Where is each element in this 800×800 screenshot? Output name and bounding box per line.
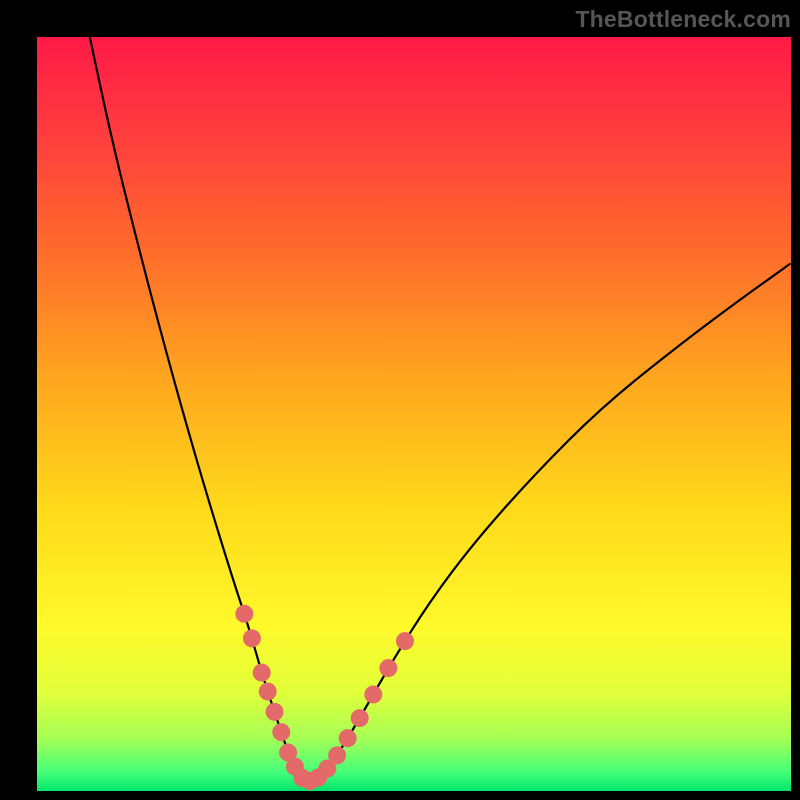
curve-marker [259, 682, 277, 700]
chart-canvas [37, 37, 791, 791]
curve-marker [379, 659, 397, 677]
watermark-text: TheBottleneck.com [575, 6, 791, 33]
gradient-background [37, 37, 791, 791]
curve-marker [351, 709, 369, 727]
curve-marker [396, 632, 414, 650]
plot-area [37, 37, 791, 791]
curve-marker [272, 723, 290, 741]
curve-marker [364, 685, 382, 703]
curve-marker [328, 746, 346, 764]
chart-frame: TheBottleneck.com [0, 0, 800, 800]
curve-marker [243, 629, 261, 647]
curve-marker [253, 664, 271, 682]
curve-marker [339, 729, 357, 747]
curve-marker [235, 605, 253, 623]
curve-marker [266, 703, 284, 721]
